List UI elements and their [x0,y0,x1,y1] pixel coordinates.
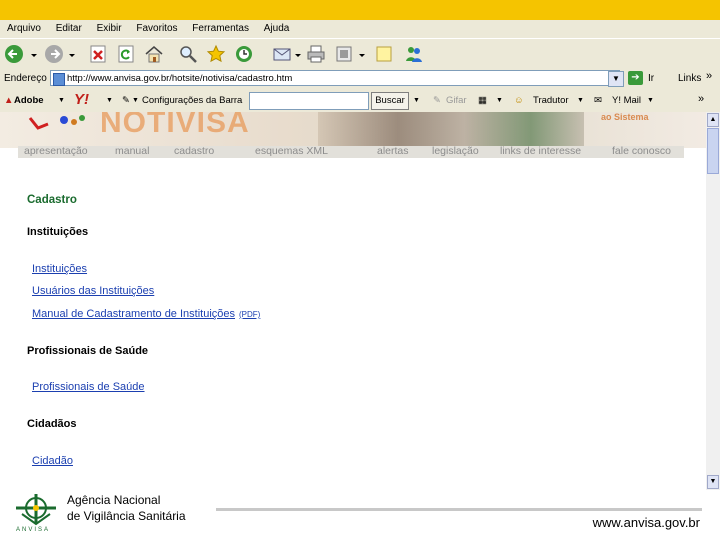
link-usuarios-instituicoes[interactable]: Usuários das Instituições [32,285,154,297]
edit-dropdown-icon[interactable] [358,44,366,64]
menu-favoritos[interactable]: Favoritos [136,23,177,34]
search-icon[interactable] [178,44,198,64]
menu-ferramentas[interactable]: Ferramentas [192,23,249,34]
layout-dropdown-icon[interactable]: ▼ [496,97,503,104]
menu-bar: Arquivo Editar Exibir Favoritos Ferramen… [0,20,720,58]
config-dropdown-icon[interactable]: ▼ [132,97,139,104]
buscar-dropdown-icon[interactable]: ▼ [413,97,420,104]
pdf-label[interactable]: (PDF) [239,310,260,319]
site-url: www.anvisa.gov.br [592,515,700,530]
stop-icon[interactable] [88,44,108,64]
nav-alertas[interactable]: alertas [377,145,409,157]
print-icon[interactable] [306,44,326,64]
links-toolbar: ▲ Adobe ▼ Y! ▼ ✎ ▼ Configurações da Barr… [0,90,720,113]
links-chevron[interactable]: » [706,70,712,82]
yahoo-dropdown-icon[interactable]: ▼ [106,97,113,104]
nav-fale-conosco[interactable]: fale conosco [612,145,671,157]
section-heading-profissionais: Profissionais de Saúde [27,345,149,357]
gifar-button[interactable]: Gifar [446,95,467,106]
yahoo-button[interactable]: Y! [74,91,89,108]
menu-exibir[interactable]: Exibir [97,23,122,34]
messenger-icon[interactable] [404,44,424,64]
agency-name: Agência Nacional de Vigilância Sanitária [67,492,186,524]
tradutor-icon[interactable]: ☺ [514,95,524,106]
nav-cadastro[interactable]: cadastro [174,145,214,157]
tradutor-button[interactable]: Tradutor [533,95,569,106]
forward-icon[interactable] [44,44,64,64]
ao-sistema-label: ao Sistema [601,112,649,122]
banner-decoration-icon [28,115,85,130]
mail-dropdown-icon[interactable] [294,44,302,64]
address-input[interactable]: http://www.anvisa.gov.br/hotsite/notivis… [50,70,620,86]
page-content: NOTIVISA ao Sistema apresentação manual … [0,112,706,490]
mail-icon[interactable] [272,44,292,64]
home-icon[interactable] [144,44,164,64]
adobe-button[interactable]: Adobe [14,95,44,106]
section-heading-cidadaos: Cidadãos [27,418,77,430]
back-dropdown-icon[interactable] [30,44,38,64]
link-manual-cadastramento-text[interactable]: Manual de Cadastramento de Instituições [32,308,235,320]
go-button[interactable]: Ir [648,73,654,84]
toolbar-chevron[interactable]: » [698,93,704,105]
refresh-icon[interactable] [116,44,136,64]
ymail-dropdown-icon[interactable]: ▼ [647,97,654,104]
notivisa-logo: NOTIVISA [100,112,250,139]
standard-toolbar [0,38,720,70]
config-button[interactable]: Configurações da Barra [142,95,242,106]
section-heading-instituicoes: Instituições [27,226,89,238]
go-arrow-icon[interactable]: ➔ [628,71,643,85]
tradutor-dropdown-icon[interactable]: ▼ [577,97,584,104]
address-label: Endereço [4,73,47,84]
layout-icon[interactable]: ▦ [478,95,487,106]
top-yellow-bar [0,0,720,20]
favorites-star-icon[interactable] [206,44,226,64]
link-manual-cadastramento[interactable]: Manual de Cadastramento de Instituições (… [32,308,260,320]
pencil-icon[interactable]: ✎ [122,95,130,106]
nav-legislacao[interactable]: legislação [432,145,479,157]
menu-ajuda[interactable]: Ajuda [264,23,290,34]
agency-line-1: Agência Nacional [67,493,161,507]
scroll-up-icon[interactable]: ▲ [707,113,719,127]
nav-menu: apresentação manual cadastro esquemas XM… [18,145,684,158]
yahoo-search-input[interactable] [249,92,369,110]
vertical-scrollbar[interactable]: ▲ ▼ [706,112,720,490]
forward-dropdown-icon[interactable] [68,44,76,64]
agency-line-2: de Vigilância Sanitária [67,509,186,523]
adobe-icon[interactable]: ▲ [4,95,13,106]
address-dropdown-icon[interactable]: ▼ [608,71,624,87]
links-button[interactable]: Links [678,73,701,84]
link-cidadao[interactable]: Cidadão [32,455,73,467]
anvisa-logo-word: ANVISA [16,527,51,533]
adobe-dropdown-icon[interactable]: ▼ [58,97,65,104]
ymail-button[interactable]: Y! Mail [612,95,641,106]
footer-divider [216,508,702,511]
page-icon [53,73,65,86]
ymail-icon[interactable]: ✉ [594,95,602,106]
menu-editar[interactable]: Editar [56,23,82,34]
notes-icon[interactable] [374,44,394,64]
link-profissionais-saude[interactable]: Profissionais de Saúde [32,381,145,393]
notivisa-banner: NOTIVISA ao Sistema [0,112,706,148]
edit-icon[interactable] [334,44,354,64]
gifar-icon[interactable]: ✎ [433,95,441,106]
nav-esquemas-xml[interactable]: esquemas XML [255,145,328,157]
menu-arquivo[interactable]: Arquivo [7,23,41,34]
nav-links-de-interesse[interactable]: links de interesse [500,145,581,157]
page-title: Cadastro [27,194,77,206]
nav-manual[interactable]: manual [115,145,149,157]
back-icon[interactable] [4,44,24,64]
history-icon[interactable] [234,44,254,64]
link-instituicoes[interactable]: Instituições [32,263,87,275]
scroll-down-icon[interactable]: ▼ [707,475,719,489]
nav-apresentacao[interactable]: apresentação [24,145,88,157]
scroll-thumb[interactable] [707,128,719,174]
slide-footer: ANVISA Agência Nacional de Vigilância Sa… [0,490,720,540]
banner-photo-strip [318,112,584,146]
buscar-button[interactable]: Buscar [371,92,409,110]
address-bar: Endereço http://www.anvisa.gov.br/hotsit… [0,68,720,91]
